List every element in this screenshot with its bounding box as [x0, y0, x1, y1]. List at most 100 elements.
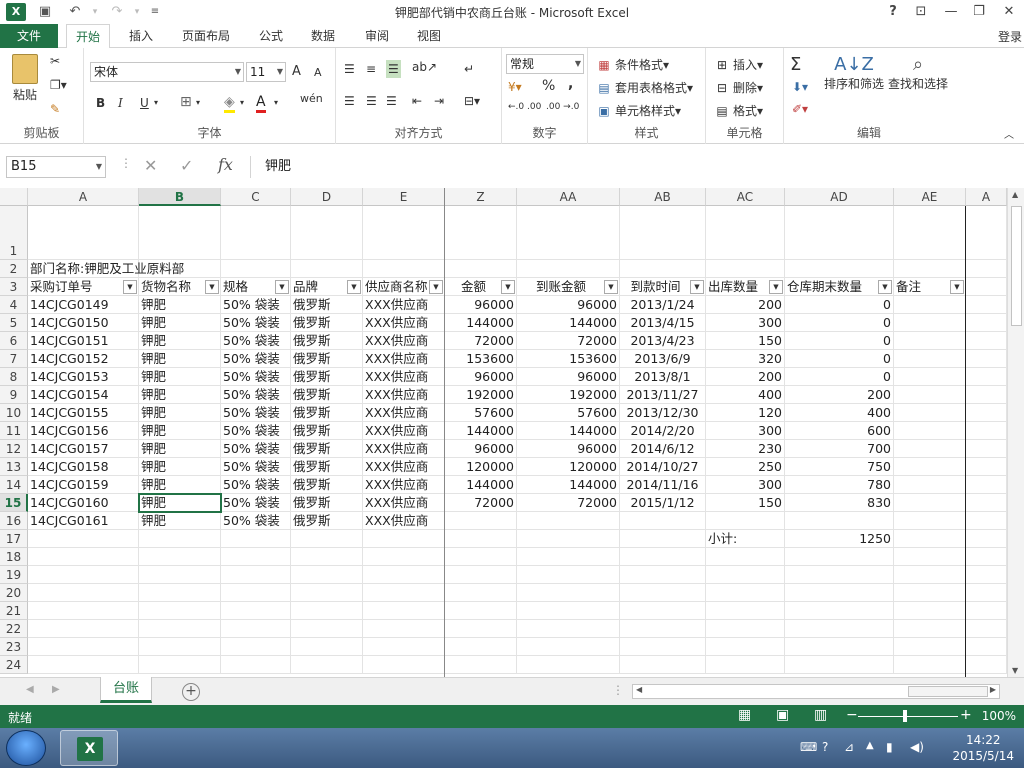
orientation-icon[interactable]: ab↗ — [412, 60, 437, 74]
table-cell[interactable]: 72000 — [517, 494, 620, 512]
table-cell[interactable]: 300 — [706, 314, 785, 332]
table-cell[interactable]: 14CJCG0156 — [28, 422, 139, 440]
table-cell[interactable]: 72000 — [517, 332, 620, 350]
page-break-view-icon[interactable]: ▥ — [814, 707, 827, 723]
table-cell[interactable]: 144000 — [445, 422, 517, 440]
table-cell[interactable]: 153600 — [517, 350, 620, 368]
table-cell[interactable]: XXX供应商 — [363, 296, 445, 314]
volume-icon[interactable]: ◀) — [910, 740, 924, 754]
table-cell[interactable]: 钾肥 — [139, 350, 221, 368]
insert-function-button[interactable]: fx — [218, 155, 233, 174]
vertical-scroll-thumb[interactable] — [1011, 206, 1022, 326]
cell[interactable] — [291, 566, 363, 584]
table-cell[interactable]: XXX供应商 — [363, 386, 445, 404]
name-box[interactable]: B15 ▼ — [6, 156, 106, 178]
cell[interactable] — [966, 512, 1007, 530]
row-header[interactable]: 6 — [0, 332, 28, 350]
page-layout-view-icon[interactable]: ▣ — [776, 707, 789, 723]
cell[interactable] — [363, 260, 445, 278]
cell[interactable] — [894, 620, 966, 638]
table-cell[interactable]: 14CJCG0159 — [28, 476, 139, 494]
cell[interactable] — [966, 350, 1007, 368]
cell[interactable] — [785, 584, 894, 602]
grow-font-button[interactable]: A — [292, 64, 301, 79]
table-cell[interactable]: 0 — [785, 296, 894, 314]
help-tray-icon[interactable]: ? — [822, 740, 828, 754]
insert-cells-button[interactable]: ⊞ 插入 ▾ — [714, 56, 763, 73]
cell[interactable] — [517, 602, 620, 620]
paste-button[interactable]: 粘贴 — [8, 54, 42, 103]
cell[interactable] — [221, 260, 291, 278]
font-name-box[interactable]: 宋体 ▼ — [90, 62, 244, 82]
font-size-box[interactable]: 11 ▼ — [246, 62, 286, 82]
table-cell[interactable]: 50% 袋装 — [221, 368, 291, 386]
row-header[interactable]: 24 — [0, 656, 28, 674]
table-cell[interactable]: 俄罗斯 — [291, 368, 363, 386]
column-header[interactable]: D — [291, 188, 363, 206]
row-header[interactable]: 16 — [0, 512, 28, 530]
copy-icon[interactable]: ❐▾ — [50, 78, 67, 92]
cell[interactable] — [966, 584, 1007, 602]
table-cell[interactable]: 2013/4/23 — [620, 332, 706, 350]
table-cell[interactable]: 96000 — [445, 440, 517, 458]
zoom-slider[interactable] — [858, 716, 958, 717]
align-bottom-icon[interactable]: ☰ — [386, 60, 401, 78]
row-header[interactable]: 10 — [0, 404, 28, 422]
table-cell[interactable]: 14CJCG0150 — [28, 314, 139, 332]
column-header[interactable]: AC — [706, 188, 785, 206]
column-header[interactable]: A — [28, 188, 139, 206]
cell[interactable] — [291, 530, 363, 548]
table-cell[interactable]: 72000 — [445, 494, 517, 512]
cell[interactable] — [966, 620, 1007, 638]
cell[interactable] — [706, 656, 785, 674]
cell[interactable] — [28, 566, 139, 584]
column-header[interactable]: AD — [785, 188, 894, 206]
table-cell[interactable]: 50% 袋装 — [221, 440, 291, 458]
table-cell[interactable]: 俄罗斯 — [291, 332, 363, 350]
row-header[interactable]: 17 — [0, 530, 28, 548]
cell[interactable] — [785, 206, 894, 260]
zoom-out-icon[interactable]: − — [846, 707, 858, 723]
cell[interactable] — [894, 350, 966, 368]
table-cell[interactable]: 钾肥 — [139, 458, 221, 476]
filter-dropdown-icon[interactable]: ▼ — [205, 280, 219, 294]
table-cell[interactable]: 96000 — [517, 368, 620, 386]
cell[interactable] — [620, 566, 706, 584]
align-right-icon[interactable]: ☰ — [386, 94, 397, 108]
cell[interactable] — [139, 584, 221, 602]
table-cell[interactable]: 2014/2/20 — [620, 422, 706, 440]
table-cell[interactable]: 120000 — [445, 458, 517, 476]
cell[interactable] — [139, 620, 221, 638]
table-cell[interactable]: 600 — [785, 422, 894, 440]
table-cell[interactable]: 700 — [785, 440, 894, 458]
cell[interactable] — [785, 656, 894, 674]
table-cell[interactable]: XXX供应商 — [363, 512, 445, 530]
tab-home[interactable]: 开始 — [66, 24, 110, 49]
conditional-format-button[interactable]: ▦ 条件格式 ▾ — [596, 56, 669, 73]
cell[interactable] — [894, 440, 966, 458]
cell[interactable] — [363, 656, 445, 674]
phonetic-button[interactable]: wén — [300, 92, 323, 105]
table-cell[interactable]: 400 — [706, 386, 785, 404]
cell[interactable] — [445, 566, 517, 584]
table-cell[interactable] — [785, 512, 894, 530]
table-cell[interactable] — [517, 512, 620, 530]
table-cell[interactable]: 50% 袋装 — [221, 296, 291, 314]
cell[interactable] — [221, 584, 291, 602]
table-cell[interactable]: 钾肥 — [139, 332, 221, 350]
cell[interactable] — [894, 296, 966, 314]
cell[interactable] — [517, 638, 620, 656]
table-cell[interactable]: 14CJCG0151 — [28, 332, 139, 350]
cell[interactable] — [620, 656, 706, 674]
cell-styles-button[interactable]: ▣ 单元格样式 ▾ — [596, 102, 681, 119]
filter-dropdown-icon[interactable]: ▼ — [950, 280, 964, 294]
cell[interactable] — [785, 548, 894, 566]
cell[interactable] — [966, 368, 1007, 386]
table-cell[interactable]: 钾肥 — [139, 368, 221, 386]
find-select-button[interactable]: ⌕ 查找和选择 — [888, 54, 948, 92]
show-hidden-icon[interactable]: ▲ — [866, 740, 874, 751]
cell[interactable] — [706, 602, 785, 620]
cell[interactable] — [706, 206, 785, 260]
format-painter-icon[interactable]: ✎ — [50, 102, 60, 116]
column-header[interactable]: B — [139, 188, 221, 206]
